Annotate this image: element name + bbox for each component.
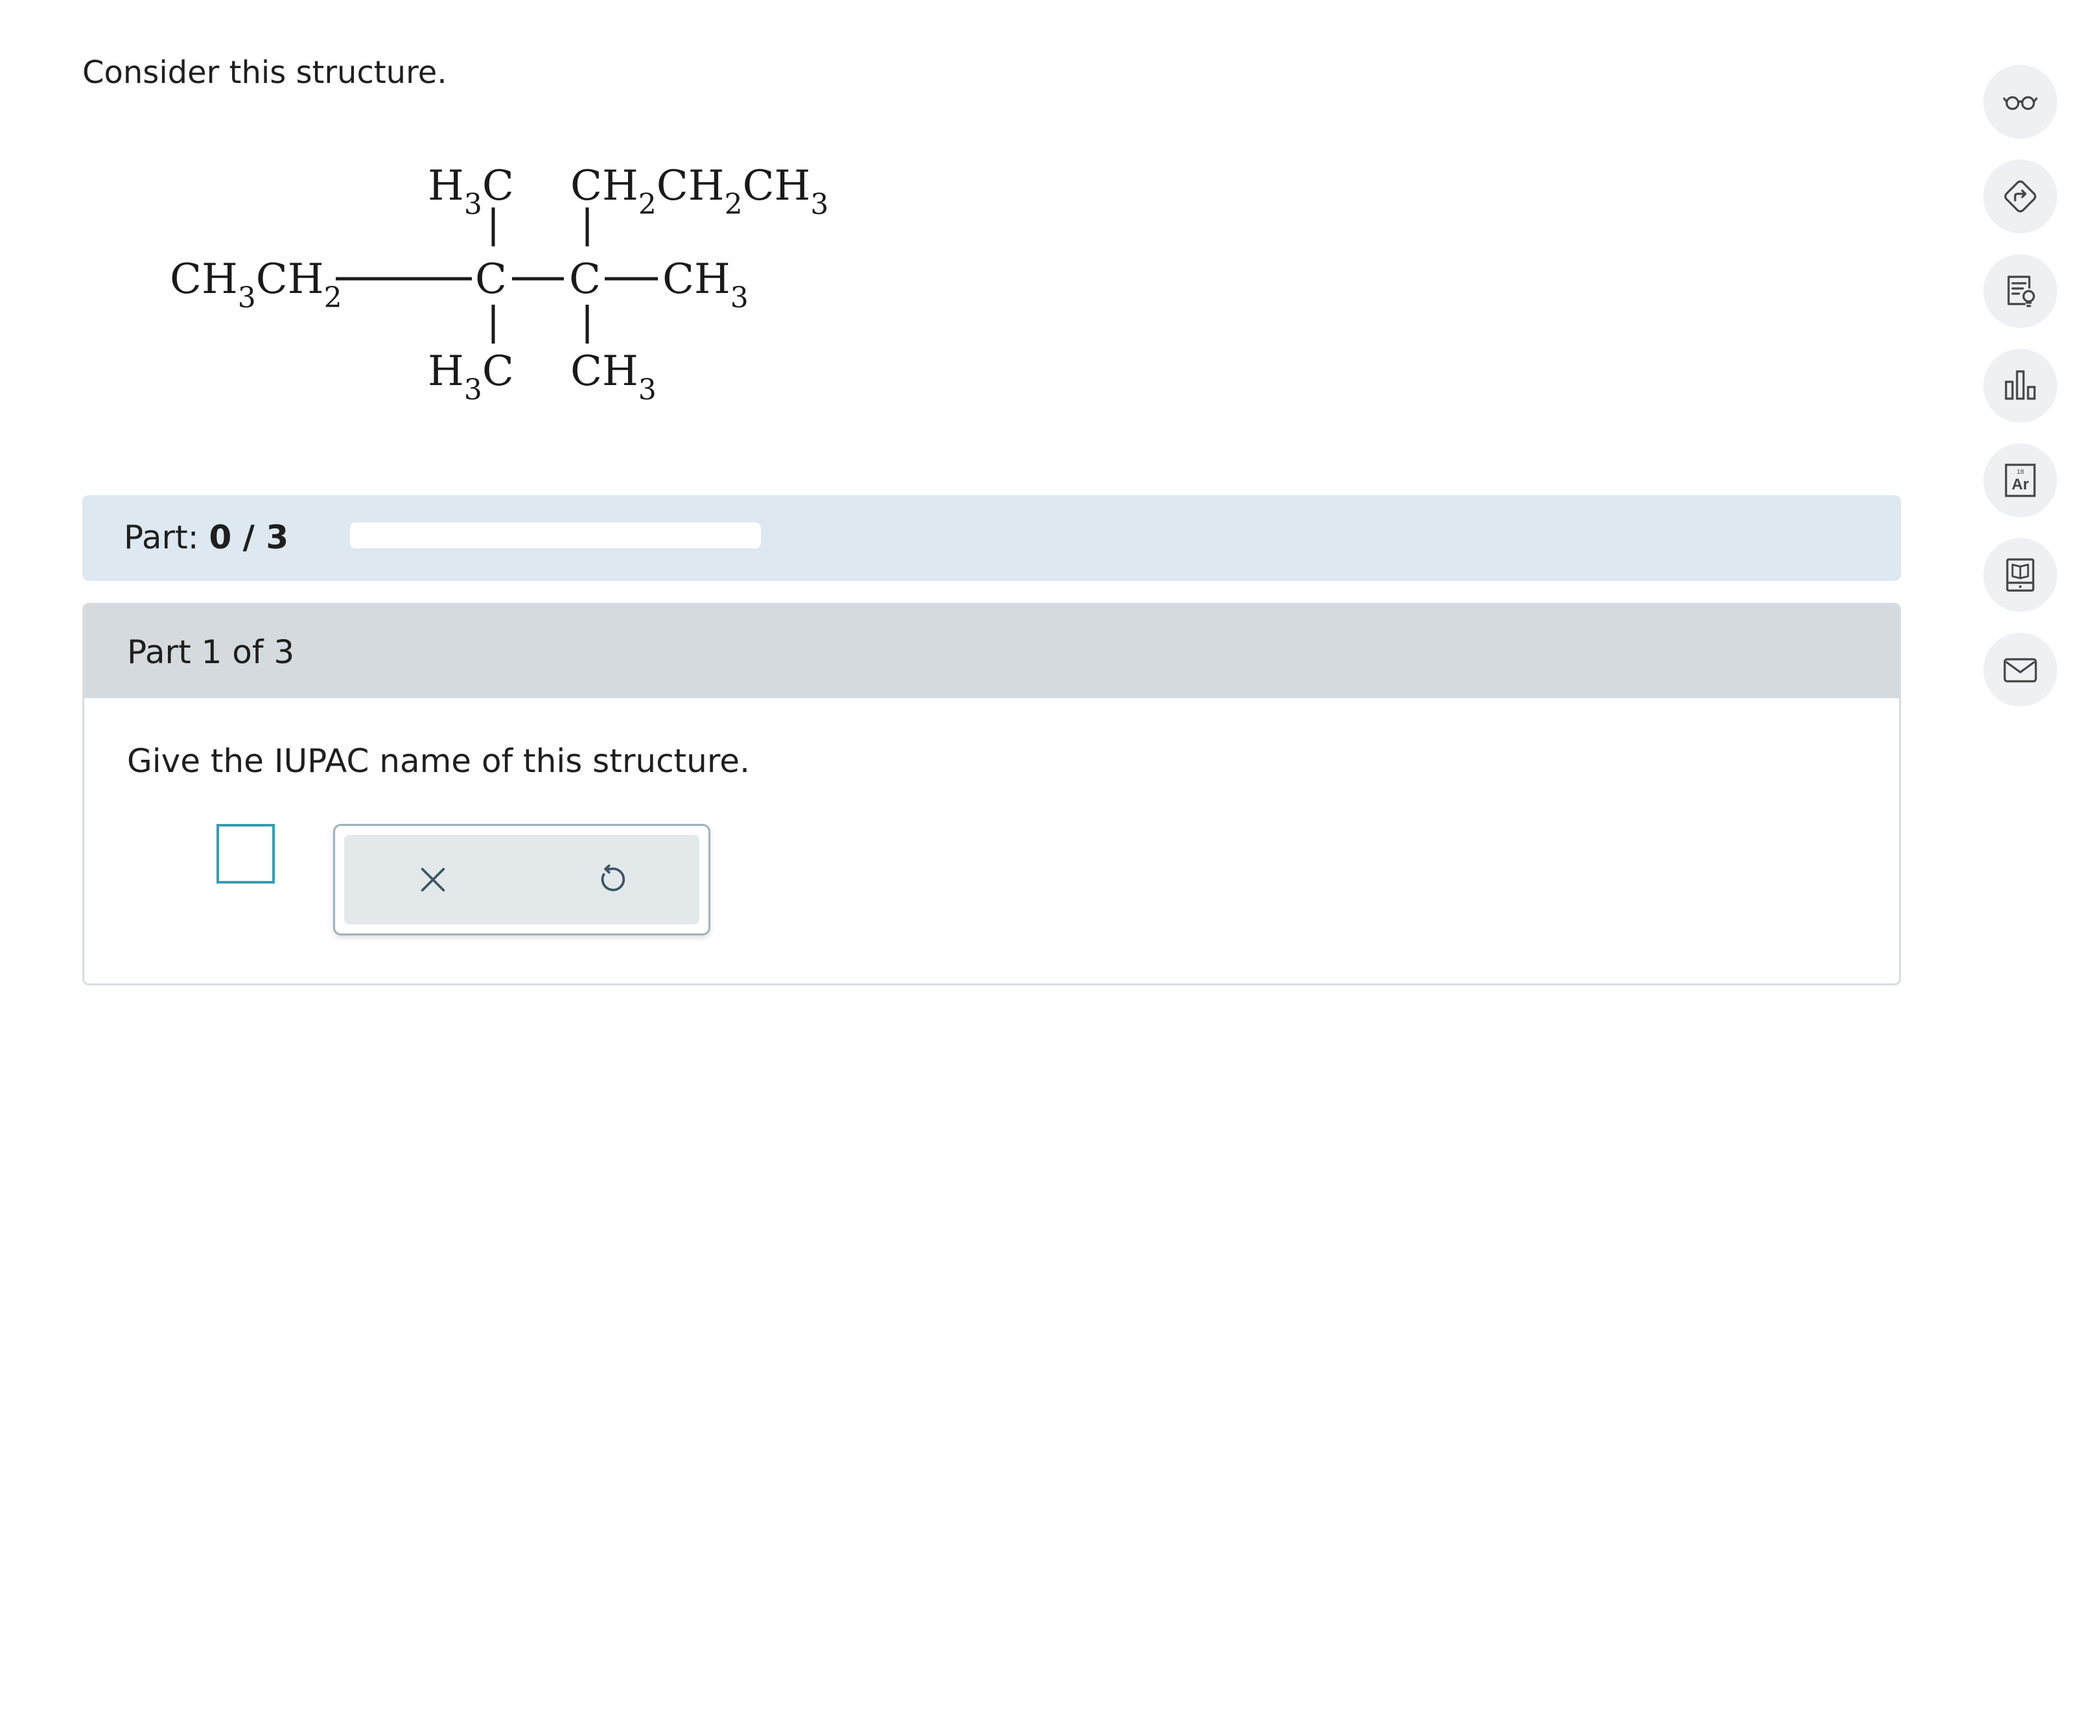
chemical-structure: CH3CH2 H3C CH2CH2CH3 C C CH3 H3C CH3 (156, 143, 881, 428)
tool-panel-inner (344, 835, 699, 924)
element-symbol: Ar (2012, 476, 2029, 493)
carbon-1: C (475, 255, 507, 303)
left-group: CH3CH2 (170, 255, 342, 314)
bar-chart-icon (2005, 370, 2036, 400)
part-progress-label: Part: 0 / 3 (124, 519, 288, 556)
answer-tool-panel (333, 824, 710, 935)
part-progress-bar: Part: 0 / 3 (82, 495, 1901, 581)
hint-checklist-button[interactable] (1983, 254, 2057, 328)
undo-icon (601, 864, 625, 891)
message-button[interactable] (1983, 633, 2057, 707)
periodic-table-button[interactable]: 18 Ar (1983, 443, 2057, 517)
bottom-right-methyl: CH3 (570, 347, 657, 406)
top-left-methyl: H3C (428, 162, 514, 221)
part-card: Part 1 of 3 Give the IUPAC name of this … (82, 603, 1901, 985)
structure-svg: CH3CH2 H3C CH2CH2CH3 C C CH3 H3C CH3 (170, 162, 828, 406)
answer-input-box[interactable] (216, 824, 275, 884)
element-number: 18 (2016, 469, 2024, 476)
carbon-2: C (569, 255, 601, 303)
envelope-icon (2003, 658, 2037, 683)
part-header: Part 1 of 3 (84, 605, 1899, 698)
question-text: Give the IUPAC name of this structure. (127, 742, 750, 780)
part-count: 0 / 3 (209, 519, 289, 556)
top-right-propyl: CH2CH2CH3 (570, 162, 828, 221)
undo-button[interactable] (565, 841, 656, 919)
direction-button[interactable] (1983, 159, 2057, 233)
x-icon (421, 867, 445, 892)
glasses-icon (2003, 96, 2038, 110)
direction-sign-icon (2004, 180, 2036, 213)
clear-button[interactable] (388, 841, 478, 919)
textbook-button[interactable] (1983, 538, 2057, 612)
checklist-lightbulb-icon (2007, 276, 2035, 307)
glasses-button[interactable] (1983, 65, 2057, 139)
right-methyl: CH3 (662, 255, 749, 314)
progress-track (350, 522, 761, 548)
data-chart-button[interactable] (1983, 349, 2057, 423)
periodic-element-icon: 18 Ar (2005, 463, 2036, 497)
bottom-left-methyl: H3C (428, 347, 514, 406)
textbook-icon (2006, 558, 2035, 592)
part-label: Part: (124, 519, 199, 556)
prompt-text: Consider this structure. (82, 54, 447, 91)
part-header-label: Part 1 of 3 (127, 633, 295, 671)
